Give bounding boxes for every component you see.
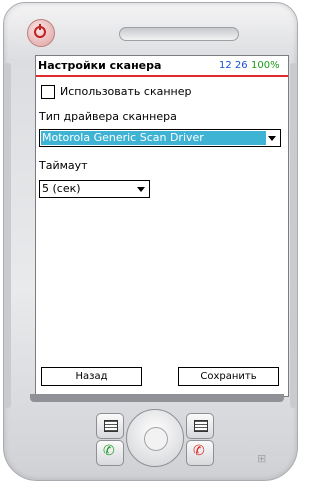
driver-type-label: Тип драйвера сканнера	[39, 110, 177, 123]
end-call-button[interactable]: ✆	[186, 440, 214, 466]
use-scanner-checkbox[interactable]	[41, 85, 55, 99]
timeout-label: Таймаут	[39, 159, 88, 172]
screen: Настройки сканера 12 26 100% Использоват…	[35, 55, 289, 397]
right-soft-key[interactable]	[186, 413, 214, 439]
save-button[interactable]: Сохранить	[178, 367, 279, 386]
power-icon	[34, 24, 46, 38]
end-call-icon: ✆	[193, 443, 205, 459]
call-button[interactable]: ✆	[96, 440, 124, 466]
timeout-value: 5 (сек)	[42, 182, 81, 195]
clock: 12 26	[219, 60, 248, 71]
action-button[interactable]	[144, 427, 168, 451]
chevron-down-icon	[137, 187, 145, 192]
screen-bezel-bottom	[30, 394, 284, 402]
use-scanner-label[interactable]: Использовать сканнер	[60, 85, 191, 98]
call-icon: ✆	[103, 443, 115, 459]
navigation-pad[interactable]	[126, 409, 184, 467]
driver-type-value: Motorola Generic Scan Driver	[41, 131, 266, 145]
driver-type-select[interactable]: Motorola Generic Scan Driver	[39, 129, 281, 147]
windows-logo-icon: ⊞	[257, 452, 267, 465]
power-button[interactable]	[27, 19, 55, 47]
battery-level: 100%	[251, 60, 280, 71]
window-title: Настройки сканера	[38, 59, 162, 72]
right-soft-key-icon	[194, 420, 208, 432]
right-side-rail	[290, 63, 297, 408]
left-side-rail	[4, 63, 11, 408]
title-bar: Настройки сканера 12 26 100%	[36, 56, 288, 77]
chevron-down-icon	[268, 136, 276, 141]
left-soft-key-icon	[104, 420, 118, 432]
back-button[interactable]: Назад	[41, 367, 142, 386]
speaker-grille	[119, 27, 239, 41]
timeout-select[interactable]: 5 (сек)	[39, 180, 150, 198]
left-soft-key[interactable]	[96, 413, 124, 439]
